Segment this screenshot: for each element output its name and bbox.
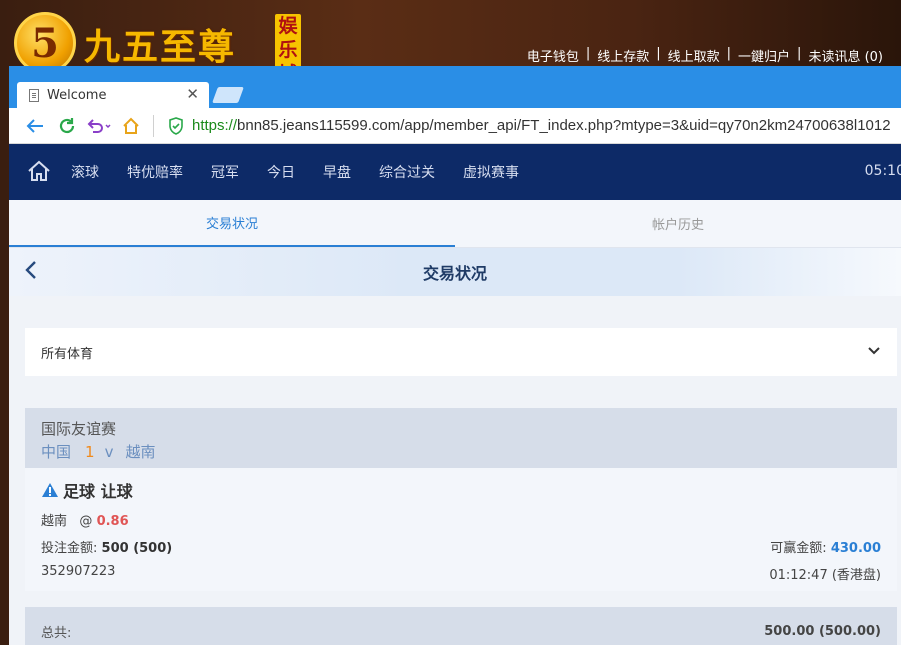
browser-window: Welcome ✕ https://bnn85.jeans115599.com/… bbox=[9, 66, 901, 645]
browser-tab[interactable]: Welcome ✕ bbox=[17, 82, 209, 109]
top-links: 电子钱包 | 线上存款 | 线上取款 | 一鍵归户 | 未读讯息 (0) bbox=[526, 46, 883, 65]
bet-card: 国际友谊赛 中国 1 v 越南 足球 让球 越南 @ 0.86 投注金额: 50… bbox=[25, 408, 897, 591]
ticket-id: 352907223 bbox=[41, 564, 116, 579]
selection-team: 越南 bbox=[41, 514, 68, 529]
chevron-left-icon[interactable] bbox=[25, 260, 37, 286]
nav-item-parlay[interactable]: 综合过关 bbox=[379, 162, 435, 182]
toolbar-divider bbox=[153, 114, 154, 137]
away-team: 越南 bbox=[125, 443, 156, 461]
odds-value: 0.86 bbox=[96, 514, 129, 529]
total-row: 总共: 500.00 (500.00) bbox=[25, 607, 897, 645]
sport-filter-value: 所有体育 bbox=[41, 346, 94, 362]
bet-type-label: 足球 让球 bbox=[63, 482, 133, 501]
bet-card-body: 足球 让球 越南 @ 0.86 投注金额: 500 (500) 可赢金额: 43… bbox=[25, 468, 897, 591]
url-field[interactable]: https://bnn85.jeans115599.com/app/member… bbox=[192, 117, 891, 134]
page-title: 交易状况 bbox=[422, 264, 487, 283]
new-tab-button[interactable] bbox=[212, 87, 244, 103]
nav-item-today[interactable]: 今日 bbox=[267, 162, 295, 182]
nav-item-special-odds[interactable]: 特优赔率 bbox=[127, 162, 183, 182]
stake-value: 500 (500) bbox=[101, 541, 173, 556]
link-messages[interactable]: 未读讯息 (0) bbox=[808, 46, 883, 65]
link-consolidate[interactable]: 一鍵归户 bbox=[738, 46, 790, 65]
score: 1 bbox=[85, 443, 95, 461]
stake-row: 投注金额: 500 (500) 可赢金额: 430.00 bbox=[41, 537, 881, 556]
ticket-row: 352907223 01:12:47 (香港盘) bbox=[41, 564, 881, 583]
logo-text: 九五至尊 bbox=[84, 26, 237, 68]
url-protocol: https:// bbox=[192, 117, 238, 134]
sub-tabs: 交易状况 帐户历史 bbox=[9, 200, 901, 248]
tab-transactions[interactable]: 交易状况 bbox=[9, 200, 455, 247]
url-text: bnn85.jeans115599.com/app/member_api/FT_… bbox=[237, 117, 891, 134]
at-sign: @ bbox=[79, 514, 93, 529]
address-bar: https://bnn85.jeans115599.com/app/member… bbox=[9, 108, 901, 144]
nav-item-virtual[interactable]: 虚拟赛事 bbox=[463, 162, 519, 182]
bet-time: 01:12:47 (香港盘) bbox=[769, 568, 881, 583]
home-nav-icon[interactable] bbox=[27, 159, 53, 185]
logo-char: 5 bbox=[31, 19, 59, 67]
back-arrow-icon[interactable] bbox=[19, 114, 51, 138]
nav-item-outright[interactable]: 冠军 bbox=[211, 162, 239, 182]
close-icon[interactable]: ✕ bbox=[186, 87, 199, 102]
tab-title: Welcome bbox=[47, 88, 107, 103]
stake-label: 投注金额: bbox=[41, 541, 98, 556]
total-amount: 500.00 (500.00) bbox=[764, 623, 881, 639]
league-name: 国际友谊赛 bbox=[41, 420, 117, 438]
undo-icon[interactable] bbox=[83, 114, 115, 138]
win-value: 430.00 bbox=[830, 541, 881, 556]
warning-icon bbox=[42, 483, 58, 497]
logo-subtitle: 娱乐城 bbox=[275, 14, 301, 68]
chevron-down-icon bbox=[867, 345, 881, 360]
browser-tabbar: Welcome ✕ bbox=[9, 66, 901, 109]
site-header: 5 九五至尊 娱乐城 电子钱包| 线上存款| 线上取款| 一鍵归户| 未读讯息 … bbox=[0, 0, 901, 74]
nav-item-early[interactable]: 早盘 bbox=[323, 162, 351, 182]
match-line: 中国 1 v 越南 bbox=[41, 441, 881, 462]
page-header: 交易状况 bbox=[9, 248, 901, 296]
selection-row: 越南 @ 0.86 bbox=[41, 510, 881, 529]
content: 所有体育 国际友谊赛 中国 1 v 越南 足球 让球 越南 @ 0.86 投注金… bbox=[9, 296, 901, 645]
total-label: 总共: bbox=[41, 625, 72, 641]
logo-icon: 5 bbox=[14, 12, 76, 74]
link-deposit[interactable]: 线上存款 bbox=[597, 46, 649, 65]
main-nav: 滚球 特优赔率 冠军 今日 早盘 综合过关 虚拟赛事 05:10 bbox=[9, 144, 901, 200]
home-icon[interactable] bbox=[115, 114, 147, 138]
shield-icon[interactable] bbox=[160, 114, 192, 138]
link-withdraw[interactable]: 线上取款 bbox=[668, 46, 720, 65]
home-team: 中国 bbox=[41, 443, 72, 461]
nav-item-live[interactable]: 滚球 bbox=[71, 162, 99, 182]
page-icon bbox=[29, 89, 39, 102]
bet-card-header: 国际友谊赛 中国 1 v 越南 bbox=[25, 408, 897, 468]
tab-account-history[interactable]: 帐户历史 bbox=[455, 200, 901, 247]
clock: 05:10 bbox=[864, 163, 901, 179]
win-label: 可赢金额: bbox=[770, 541, 827, 556]
link-wallet[interactable]: 电子钱包 bbox=[527, 46, 579, 65]
refresh-icon[interactable] bbox=[51, 114, 83, 138]
vs-label: v bbox=[104, 443, 114, 461]
bet-type: 足球 让球 bbox=[41, 478, 881, 502]
sport-filter-select[interactable]: 所有体育 bbox=[25, 328, 897, 376]
